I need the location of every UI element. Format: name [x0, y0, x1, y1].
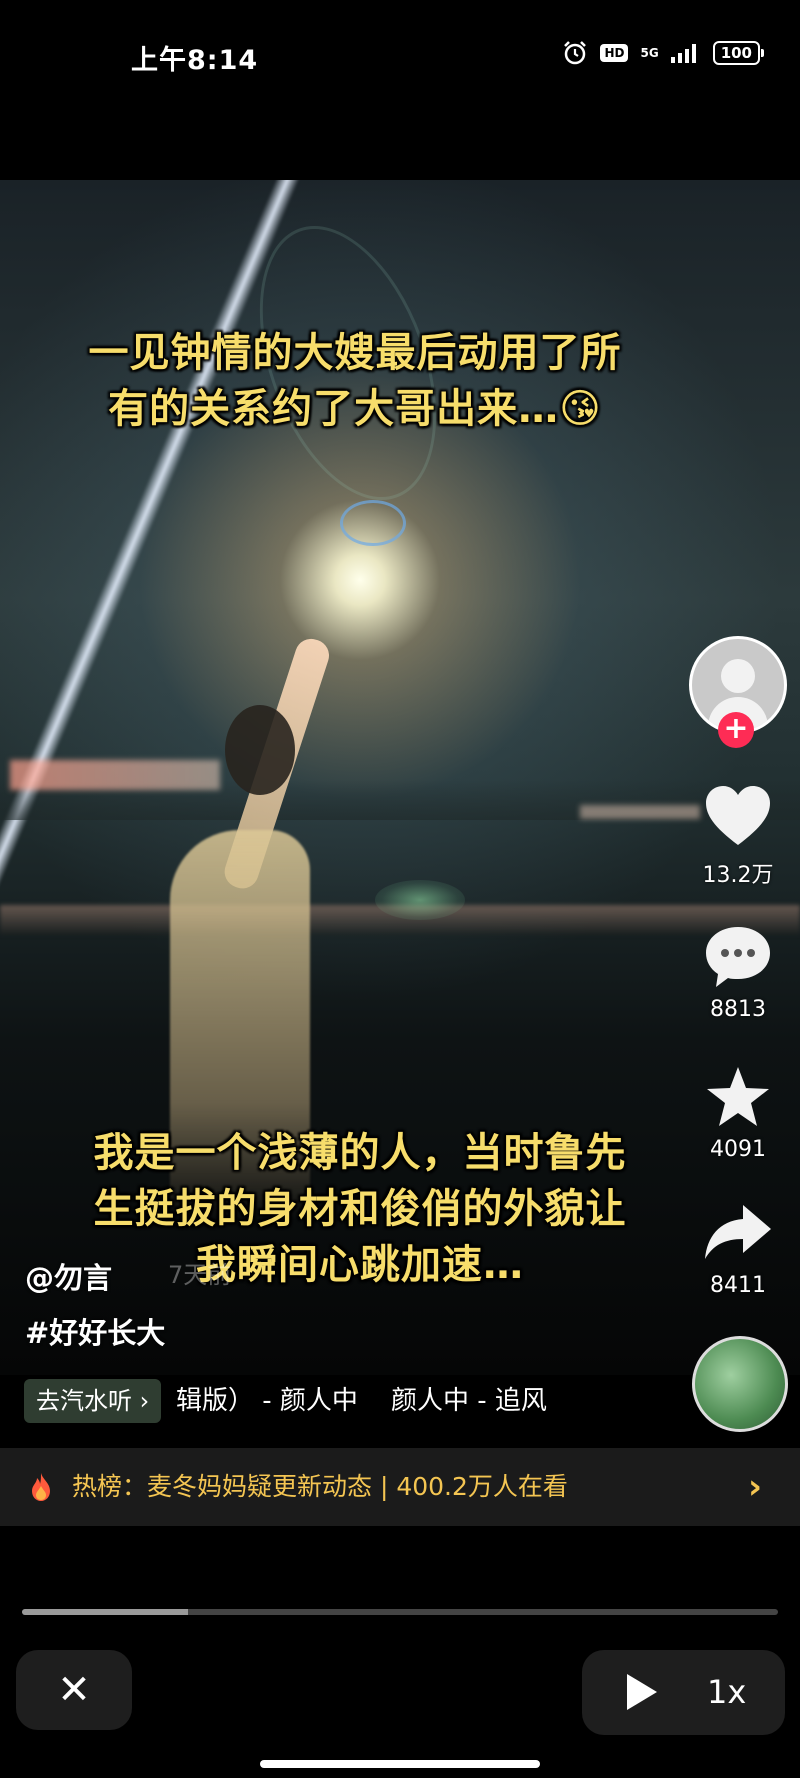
favorite-button[interactable]: [700, 1065, 776, 1133]
hot-list-bar[interactable]: 热榜：麦冬妈妈疑更新动态 | 400.2万人在看 ›: [0, 1448, 800, 1526]
signal-icon: [670, 44, 696, 63]
share-button[interactable]: [700, 1203, 776, 1267]
caption-line: 生挺拔的身材和俊俏的外貌让: [93, 1186, 627, 1232]
like-button[interactable]: [700, 785, 776, 851]
share-icon: [705, 1205, 771, 1259]
chevron-right-icon: ›: [747, 1467, 762, 1507]
video-frame[interactable]: 一见钟情的大嫂最后动用了所 有的关系约了大哥出来…😘 我是一个浅薄的人，当时鲁先…: [0, 180, 800, 1375]
comment-icon: [706, 927, 770, 987]
share-count: 8411: [710, 1273, 766, 1298]
listen-in-app-button[interactable]: 去汽水听 ›: [24, 1379, 162, 1423]
distant-lights: [580, 805, 700, 819]
heart-icon: [706, 786, 770, 845]
status-time: 上午8:14: [131, 45, 259, 76]
caption-line: 我是一个浅薄的人，当时鲁先: [93, 1130, 627, 1176]
follow-button[interactable]: +: [718, 712, 754, 748]
harbor-lights: [10, 760, 220, 790]
battery-indicator: 100: [712, 41, 765, 65]
caption-line: 一见钟情的大嫂最后动用了所: [88, 330, 622, 376]
star-icon: [707, 1067, 769, 1126]
caption-bottom: 我是一个浅薄的人，当时鲁先 生挺拔的身材和俊俏的外貌让 我瞬间心跳加速…: [30, 1125, 690, 1293]
comment-count: 8813: [710, 997, 766, 1022]
playback-progress[interactable]: [22, 1609, 778, 1615]
hd-badge: HD: [600, 44, 629, 62]
lens-ring: [340, 500, 406, 546]
music-track[interactable]: 辑版） - 颜人中 颜人中 - 追风: [176, 1375, 547, 1427]
comment-button[interactable]: [700, 925, 776, 993]
person-head: [225, 705, 295, 795]
close-button[interactable]: ✕: [16, 1650, 132, 1730]
alarm-icon: [564, 41, 587, 65]
status-icons: HD 5G 100: [562, 40, 765, 66]
flame-icon: [32, 1473, 50, 1501]
network-label: 5G: [640, 46, 659, 60]
avatar-head: [721, 659, 755, 693]
progress-fill: [22, 1609, 189, 1615]
caption-line: 我瞬间心跳加速…: [196, 1242, 524, 1288]
caption-line: 有的关系约了大哥出来…😘: [108, 386, 602, 432]
speed-button[interactable]: 1x: [707, 1650, 746, 1735]
home-indicator[interactable]: [260, 1760, 540, 1768]
lens-flare: [375, 880, 465, 920]
hashtag[interactable]: #好好长大: [25, 1310, 165, 1352]
post-time: 7天前: [168, 1261, 232, 1289]
author-name[interactable]: @勿言: [25, 1255, 112, 1297]
player-controls: 1x: [582, 1650, 785, 1735]
like-count: 13.2万: [702, 863, 774, 888]
hot-list-text: 热榜：麦冬妈妈疑更新动态 | 400.2万人在看: [72, 1472, 568, 1501]
caption-top: 一见钟情的大嫂最后动用了所 有的关系约了大哥出来…😘: [35, 325, 675, 437]
play-icon[interactable]: [627, 1674, 657, 1710]
favorite-count: 4091: [710, 1137, 766, 1162]
music-row: 去汽水听 › 辑版） - 颜人中 颜人中 - 追风: [0, 1375, 800, 1427]
